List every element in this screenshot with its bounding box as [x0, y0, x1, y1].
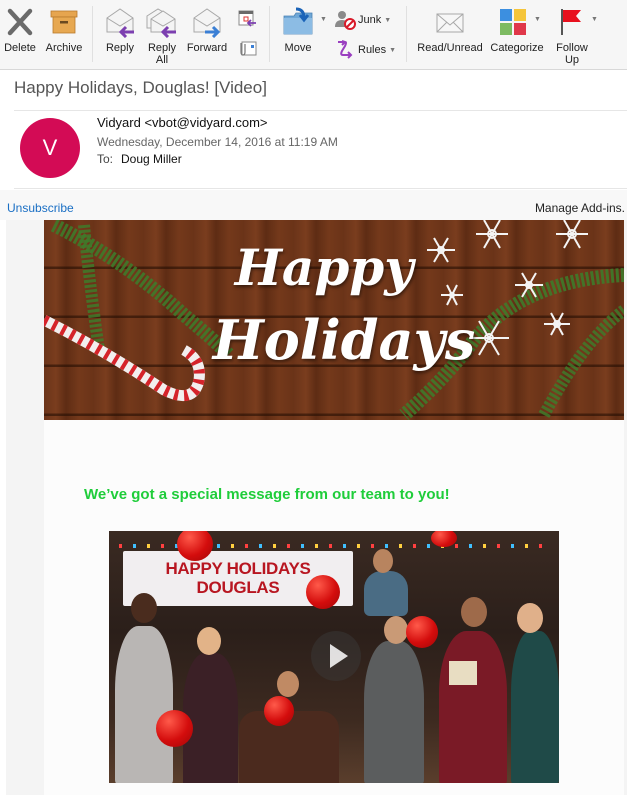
attachment-button[interactable] [234, 36, 260, 62]
rules-dropdown-caret[interactable]: ▼ [389, 47, 396, 54]
balloon [264, 696, 294, 726]
unsubscribe-link[interactable]: Unsubscribe [7, 201, 74, 215]
categorize-button[interactable]: ▼ Categorize [487, 0, 547, 70]
calendar-reply-icon [238, 10, 256, 27]
move-button[interactable]: ▼ Move [278, 0, 327, 70]
follow-up-button[interactable]: ▼ Follow Up [552, 0, 598, 70]
balloon [406, 616, 438, 648]
follow-up-label: Follow Up [556, 42, 588, 66]
play-video-icon[interactable] [311, 631, 361, 681]
holiday-banner-image: Happy Holidays [44, 220, 624, 420]
categorize-grid-icon [500, 9, 526, 35]
archive-label: Archive [45, 42, 83, 54]
sender[interactable]: Vidyard <vbot@vidyard.com> [97, 115, 268, 130]
person-head [461, 597, 487, 627]
delete-button[interactable]: Delete [0, 0, 40, 70]
recipients: To: Doug Miller [97, 152, 182, 166]
envelope-icon [436, 13, 464, 33]
avatar-initial: V [42, 135, 58, 160]
balloon [306, 575, 340, 609]
person [511, 631, 559, 783]
rules-icon [338, 40, 353, 59]
manage-addins-link[interactable]: Manage Add-ins. [535, 201, 625, 215]
message-subject: Happy Holidays, Douglas! [Video] [14, 78, 267, 97]
balloon [156, 710, 193, 747]
delete-x-icon [7, 8, 33, 36]
person [183, 653, 238, 783]
banner-title-happy: Happy [234, 238, 414, 297]
archive-box-icon [50, 10, 78, 34]
reply-button[interactable]: Reply [100, 0, 140, 70]
person-head [277, 671, 299, 697]
categorize-label: Categorize [490, 42, 544, 54]
banner-title-holidays: Holidays [212, 308, 476, 372]
gift-box [449, 661, 477, 685]
delete-label: Delete [4, 42, 36, 54]
flag-icon [561, 9, 581, 35]
header-divider [14, 110, 627, 111]
attachment-paperclip-icon [240, 41, 257, 56]
reply-all-button[interactable]: Reply All [142, 0, 182, 70]
person-head [517, 603, 543, 633]
video-thumbnail[interactable]: HAPPY HOLIDAYS DOUGLAS [109, 531, 559, 783]
person-head [373, 549, 393, 573]
person-head [131, 593, 157, 623]
sender-avatar: V [20, 118, 80, 178]
read-unread-button[interactable]: Read/Unread [414, 0, 486, 70]
junk-dropdown-caret[interactable]: ▼ [384, 17, 391, 24]
categorize-dropdown-caret[interactable]: ▼ [534, 16, 541, 23]
forward-label: Forward [186, 42, 228, 54]
move-label: Move [284, 42, 312, 54]
toolbar-separator [406, 6, 407, 62]
recipient-name[interactable]: Doug Miller [121, 152, 182, 166]
move-folder-icon [283, 7, 313, 35]
header-divider [14, 188, 627, 189]
reply-label: Reply [105, 42, 135, 54]
person [439, 631, 507, 783]
reply-envelope-icon [106, 8, 134, 38]
email-tagline: We’ve got a special message from our tea… [84, 486, 450, 503]
email-body-margin [6, 220, 44, 795]
read-unread-label: Read/Unread [417, 42, 483, 54]
person [364, 571, 408, 616]
forward-button[interactable]: Forward [184, 0, 230, 70]
ribbon-toolbar: Delete Archive Reply Reply All Forward ▼… [0, 0, 627, 70]
junk-blocked-user-icon [335, 11, 356, 30]
junk-button[interactable]: Junk ▼ [334, 9, 391, 31]
move-dropdown-caret[interactable]: ▼ [320, 16, 327, 23]
person [115, 626, 173, 783]
meeting-reply-button[interactable] [234, 0, 260, 34]
to-label: To: [97, 152, 114, 166]
person-head [384, 616, 408, 644]
sent-date: Wednesday, December 14, 2016 at 11:19 AM [97, 135, 338, 149]
reply-all-label: Reply All [147, 42, 177, 66]
forward-envelope-icon [193, 8, 221, 38]
rules-button[interactable]: Rules ▼ [334, 39, 396, 61]
archive-button[interactable]: Archive [42, 0, 86, 70]
person [364, 641, 424, 783]
addins-bar [0, 190, 627, 220]
toolbar-separator [269, 6, 270, 62]
person-head [197, 627, 221, 655]
follow-up-dropdown-caret[interactable]: ▼ [591, 16, 598, 23]
junk-label: Junk [358, 14, 382, 26]
toolbar-separator [92, 6, 93, 62]
rules-label: Rules [358, 44, 387, 56]
reply-all-envelope-icon [146, 8, 176, 38]
